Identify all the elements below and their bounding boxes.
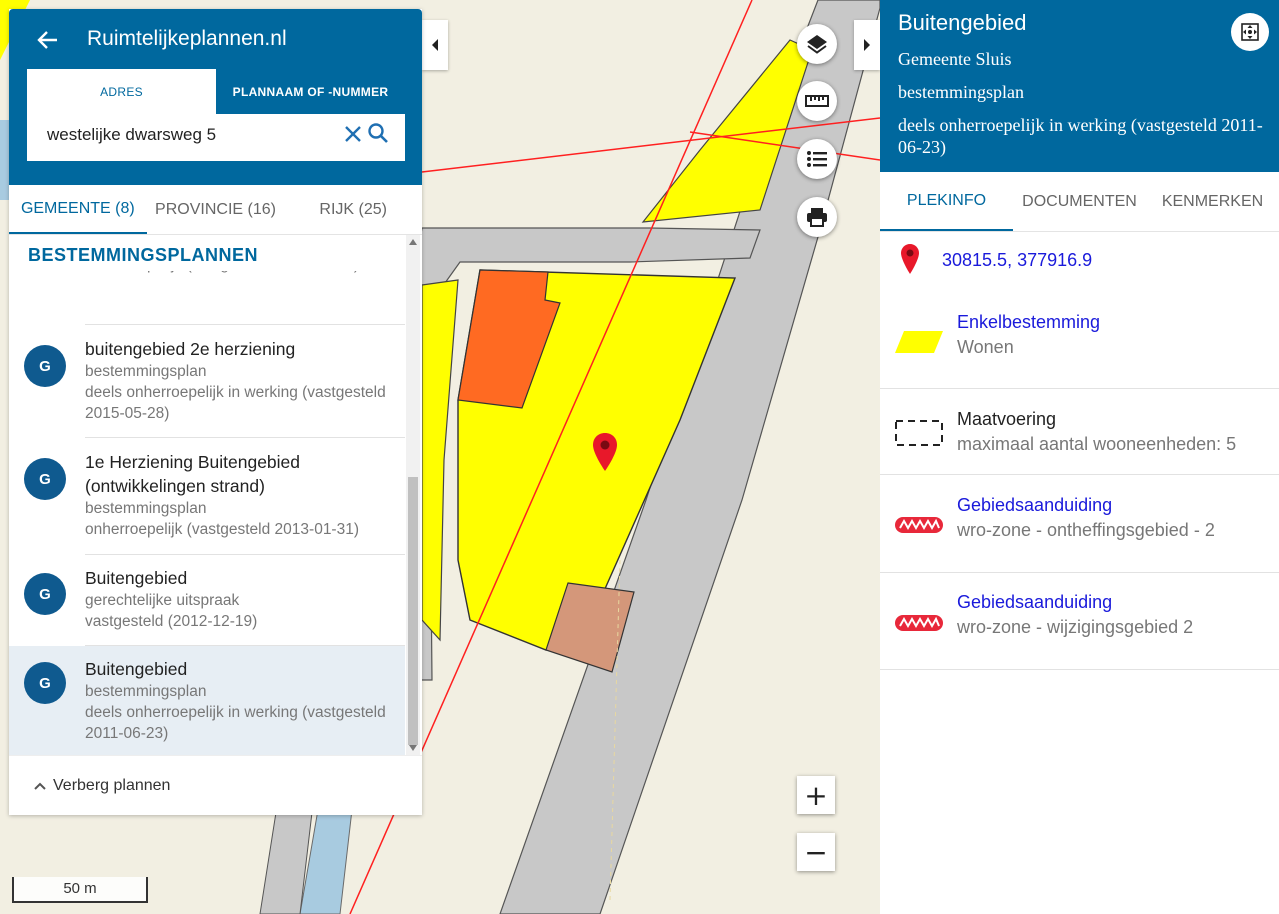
plan-type: bestemmingsplan: [85, 683, 207, 700]
chevron-up-icon: [34, 782, 46, 790]
zoom-to-plan-button[interactable]: [1231, 13, 1269, 51]
print-button[interactable]: [797, 197, 837, 237]
list-icon: [807, 151, 827, 167]
info-item-gebiedsaanduiding[interactable]: Gebiedsaanduiding wro-zone - wijzigingsg…: [880, 573, 1279, 670]
info-value: maximaal aantal wooneenheden: 5: [957, 434, 1237, 454]
zoom-in-button[interactable]: +: [797, 776, 835, 814]
scroll-thumb[interactable]: [408, 477, 418, 745]
plan-badge: G: [24, 345, 66, 387]
yellow-parallelogram-icon: [895, 331, 943, 353]
search-panel: Ruimtelijkeplannen.nl ADRES PLANNAAM OF …: [9, 9, 422, 815]
info-title[interactable]: Gebiedsaanduiding: [957, 592, 1112, 613]
chevron-left-icon: [432, 39, 438, 51]
info-value: wro-zone - wijzigingsgebied 2: [957, 617, 1194, 637]
zoom-out-button[interactable]: −: [797, 833, 835, 871]
map-marker-icon[interactable]: [592, 432, 618, 472]
app-title: Ruimtelijkeplannen.nl: [87, 27, 287, 50]
plan-status: vastgesteld (2012-12-19): [85, 613, 258, 630]
tab-plekinfo[interactable]: PLEKINFO: [880, 172, 1013, 231]
tab-gemeente[interactable]: GEMEENTE (8): [9, 185, 147, 234]
tab-provincie[interactable]: PROVINCIE (16): [147, 185, 285, 234]
scroll-up-icon[interactable]: [409, 239, 417, 245]
legend-button[interactable]: [797, 139, 837, 179]
plan-badge: G: [24, 662, 66, 704]
plan-status: onherroepelijk (vastgesteld 2013-01-31): [85, 521, 359, 538]
collapse-left-panel-button[interactable]: [422, 20, 448, 70]
info-title[interactable]: Gebiedsaanduiding: [957, 495, 1112, 516]
plan-detail-panel: Buitengebied Gemeente Sluis bestemmingsp…: [880, 0, 1279, 914]
back-arrow-icon[interactable]: [35, 27, 61, 53]
plan-name: buitengebied 2e herziening: [85, 339, 296, 359]
coordinates-link[interactable]: 30815.5, 377916.9: [942, 250, 1092, 271]
plan-name: Buitengebied: [85, 659, 188, 679]
ruler-icon: [805, 95, 829, 107]
dashed-rectangle-icon: [895, 420, 943, 446]
plan-type: bestemmingsplan: [85, 500, 207, 517]
plan-list: bestemmingsplan onherroepelijk (vastgest…: [9, 235, 422, 755]
scrollbar[interactable]: [406, 235, 420, 755]
plan-item[interactable]: G Buitengebied gerechtelijke uitspraak v…: [9, 555, 405, 646]
layers-icon: [807, 35, 827, 54]
plan-status: deels onherroepelijk in werking (vastges…: [85, 384, 386, 422]
info-value: wro-zone - ontheffingsgebied - 2: [957, 520, 1215, 540]
plan-badge: G: [24, 573, 66, 615]
scale-bar: 50 m: [12, 877, 148, 903]
detail-title: Buitengebied: [898, 10, 1027, 35]
chevron-right-icon: [864, 39, 870, 51]
hide-plans-label: Verberg plannen: [53, 776, 171, 794]
search-box: ADRES PLANNAAM OF -NUMMER: [27, 69, 405, 161]
plan-type: bestemmingsplan: [85, 363, 207, 380]
plan-item[interactable]: G buitengebied 2e herziening bestemmings…: [9, 325, 405, 438]
red-zigzag-icon: [895, 517, 943, 533]
plan-badge: G: [24, 458, 66, 500]
info-item-gebiedsaanduiding[interactable]: Gebiedsaanduiding wro-zone - ontheffings…: [880, 475, 1279, 573]
layers-button[interactable]: [797, 24, 837, 64]
location-pin-icon: [901, 244, 919, 274]
search-header: Ruimtelijkeplannen.nl ADRES PLANNAAM OF …: [9, 9, 422, 185]
tab-plannaam[interactable]: PLANNAAM OF -NUMMER: [216, 69, 405, 114]
plan-name: 1e Herziening Buitengebied (ontwikkeling…: [85, 452, 301, 496]
printer-icon: [807, 208, 827, 227]
info-value: Wonen: [957, 337, 1014, 357]
detail-gemeente: Gemeente Sluis: [898, 49, 1012, 69]
clear-icon[interactable]: [343, 124, 363, 144]
plan-item-selected[interactable]: G Buitengebied bestemmingsplan deels onh…: [9, 646, 405, 755]
info-title[interactable]: Enkelbestemming: [957, 312, 1100, 333]
scroll-down-icon[interactable]: [409, 745, 417, 751]
tab-rijk[interactable]: RIJK (25): [284, 185, 422, 234]
info-item-maatvoering[interactable]: Maatvoering maximaal aantal wooneenheden…: [880, 389, 1279, 475]
info-title: Maatvoering: [957, 409, 1057, 429]
plan-type: gerechtelijke uitspraak: [85, 592, 240, 609]
detail-status: deels onherroepelijk in werking (vastges…: [898, 115, 1263, 157]
tab-documenten[interactable]: DOCUMENTEN: [1013, 172, 1146, 231]
coordinate-row: 30815.5, 377916.9: [880, 240, 1279, 280]
plan-status: deels onherroepelijk in werking (vastges…: [85, 704, 386, 742]
detail-type: bestemmingsplan: [898, 82, 1024, 102]
plan-item[interactable]: G 1e Herziening Buitengebied (ontwikkeli…: [9, 438, 405, 555]
tab-kenmerken[interactable]: KENMERKEN: [1146, 172, 1279, 231]
search-icon[interactable]: [367, 122, 389, 144]
collapse-right-panel-button[interactable]: [854, 20, 880, 70]
detail-header: Buitengebied Gemeente Sluis bestemmingsp…: [880, 0, 1279, 172]
plan-name: Buitengebied: [85, 568, 188, 588]
zoom-extent-icon: [1241, 23, 1259, 41]
red-zigzag-icon: [895, 615, 943, 631]
search-input[interactable]: [47, 122, 327, 148]
measure-button[interactable]: [797, 81, 837, 121]
hide-plans-button[interactable]: Verberg plannen: [9, 755, 422, 815]
section-title: BESTEMMINGSPLANNEN: [9, 235, 389, 271]
info-item-enkelbestemming[interactable]: Enkelbestemming Wonen: [880, 300, 1279, 389]
tab-adres[interactable]: ADRES: [27, 69, 216, 114]
